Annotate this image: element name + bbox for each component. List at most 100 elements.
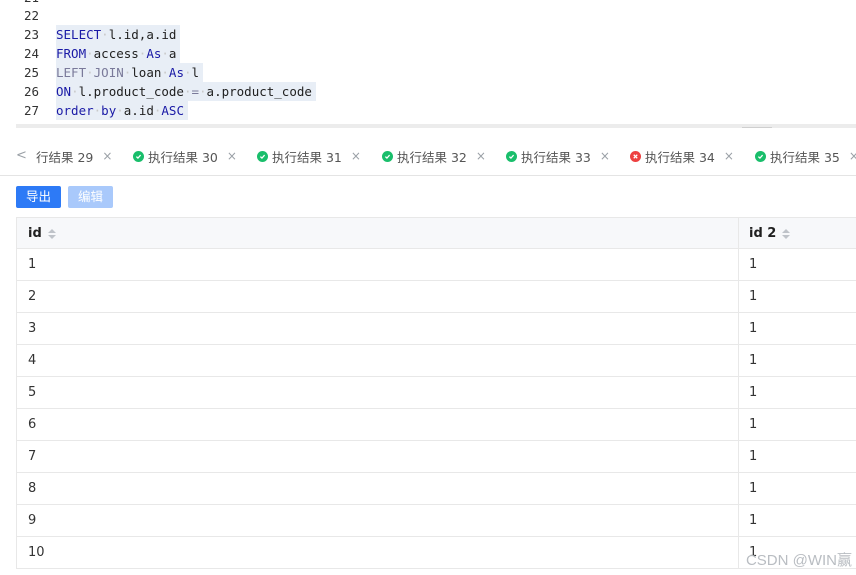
tab-result-33[interactable]: 执行结果 33 × [506, 147, 610, 165]
code-token: · [116, 103, 124, 118]
code-token: ON [56, 84, 72, 99]
table-cell[interactable]: 7 [28, 441, 36, 472]
tab-label: 执行结果 35 [770, 149, 840, 165]
tab-label: 执行结果 30 [148, 149, 218, 165]
success-check-icon [257, 150, 268, 162]
table-cell[interactable]: 6 [28, 409, 36, 440]
column-header-id[interactable]: id [28, 218, 56, 249]
tab-label: 执行结果 32 [397, 149, 467, 165]
tab-result-34[interactable]: 执行结果 34 × [630, 147, 734, 165]
table-cell[interactable]: 8 [28, 473, 36, 504]
line-number: 25 [24, 65, 40, 80]
code-token: · [86, 65, 94, 80]
tab-result-30[interactable]: 执行结果 30 × [133, 147, 237, 165]
code-token: · [161, 65, 169, 80]
code-token: l [191, 65, 200, 80]
column-divider [738, 281, 739, 312]
close-icon[interactable]: × [102, 149, 112, 163]
tab-label: 行结果 29 [36, 149, 94, 165]
watermark: CSDN @WIN赢 [745, 552, 852, 569]
column-divider [738, 473, 739, 504]
table-cell[interactable]: 5 [28, 377, 36, 408]
table-row[interactable]: 91 [16, 505, 856, 537]
table-cell[interactable]: 10 [28, 537, 45, 568]
code-token: · [183, 65, 192, 80]
table-row[interactable]: 10 1 [16, 537, 856, 569]
table-cell[interactable]: 1 [749, 505, 757, 536]
column-divider[interactable] [738, 218, 739, 248]
code-token: l.id,a.id [108, 27, 177, 42]
column-divider [738, 441, 739, 472]
tab-result-35[interactable]: 执行结果 35 × [755, 147, 856, 165]
table-cell[interactable]: 1 [749, 377, 757, 408]
code-token: l.product_code [78, 84, 184, 99]
table-cell[interactable]: 1 [749, 441, 757, 472]
editor-scrollbar[interactable] [16, 124, 856, 128]
success-check-icon [382, 150, 393, 162]
result-table: id id 2 1 1 2 1 3 1 4 1 5 1 6 1 7 1 8 1 9 1 10 1 [16, 217, 856, 569]
tab-result-29[interactable]: 行结果 29 × [36, 147, 112, 165]
table-cell[interactable]: 1 [28, 249, 36, 280]
table-row[interactable]: 51 [16, 377, 856, 409]
success-check-icon [506, 150, 517, 162]
table-header: id id 2 [16, 217, 856, 249]
close-icon[interactable]: × [724, 149, 734, 163]
close-icon[interactable]: × [849, 149, 856, 163]
line-number: 27 [24, 103, 40, 118]
code-token: a.id [123, 103, 154, 118]
close-icon[interactable]: × [600, 149, 610, 163]
table-row[interactable]: 61 [16, 409, 856, 441]
close-icon[interactable]: × [227, 149, 237, 163]
tab-result-31[interactable]: 执行结果 31 × [257, 147, 361, 165]
table-cell[interactable]: 3 [28, 313, 36, 344]
sort-icon[interactable] [782, 228, 791, 240]
table-row[interactable]: 11 [16, 249, 856, 281]
export-button[interactable]: 导出 [16, 186, 62, 208]
code-text: SELECT·l.id,a.id [56, 25, 181, 44]
table-cell[interactable]: 1 [749, 409, 757, 440]
column-header-id-2[interactable]: id 2 [749, 218, 791, 249]
code-token: a [168, 46, 177, 61]
code-token: FROM [56, 46, 87, 61]
code-token: · [86, 46, 94, 61]
table-cell[interactable]: 1 [749, 249, 757, 280]
code-token: · [101, 27, 109, 42]
table-cell[interactable]: 2 [28, 281, 36, 312]
code-text: order·by·a.id·ASC [56, 101, 188, 120]
table-row[interactable]: 71 [16, 441, 856, 473]
table-cell[interactable]: 1 [749, 281, 757, 312]
code-token: = [191, 84, 200, 99]
close-icon[interactable]: × [476, 149, 486, 163]
tab-label: 执行结果 33 [521, 149, 591, 165]
edit-button[interactable]: 编辑 [68, 186, 114, 208]
table-cell[interactable]: 4 [28, 345, 36, 376]
code-token: ASC [161, 103, 184, 118]
column-divider [738, 345, 739, 376]
column-divider [738, 409, 739, 440]
sort-icon[interactable] [47, 228, 56, 240]
table-cell[interactable]: 1 [749, 313, 757, 344]
column-divider [738, 377, 739, 408]
table-row[interactable]: 21 [16, 281, 856, 313]
table-row[interactable]: 31 [16, 313, 856, 345]
column-divider [738, 313, 739, 344]
code-token: a.product_code [206, 84, 312, 99]
line-number: 26 [24, 84, 40, 99]
tab-label: 执行结果 34 [645, 149, 715, 165]
scrollbar-grip[interactable] [742, 127, 772, 128]
table-cell[interactable]: 1 [749, 345, 757, 376]
table-cell[interactable]: 1 [749, 473, 757, 504]
table-row[interactable]: 81 [16, 473, 856, 505]
code-token: LEFT [56, 65, 87, 80]
error-x-icon [630, 150, 641, 162]
sql-editor[interactable]: 212223SELECT·l.id,a.id24FROM·access·As·a… [16, 0, 856, 128]
code-token: loan [131, 65, 162, 80]
result-tabs: < 行结果 29 × 执行结果 30 × 执行结果 31 × 执行结果 32 × 执行结果 33… [0, 136, 856, 176]
table-cell[interactable]: 9 [28, 505, 36, 536]
tabs-prev-icon[interactable]: < [16, 148, 27, 163]
close-icon[interactable]: × [351, 149, 361, 163]
tab-result-32[interactable]: 执行结果 32 × [382, 147, 486, 165]
table-row[interactable]: 41 [16, 345, 856, 377]
code-text: FROM·access·As·a [56, 44, 181, 63]
code-token: · [199, 84, 207, 99]
